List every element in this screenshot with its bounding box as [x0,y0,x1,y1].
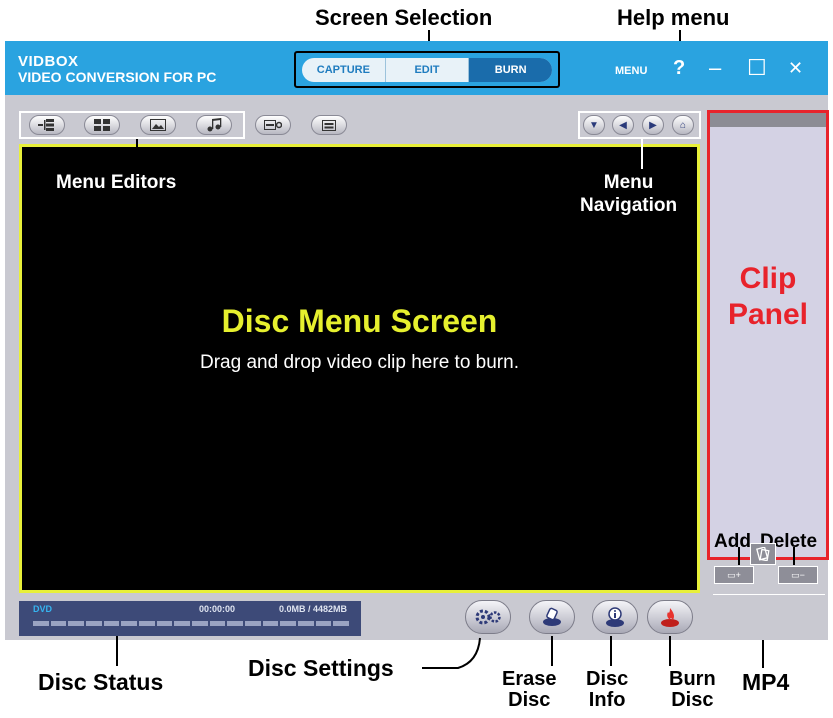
disc-time: 00:00:00 [199,604,236,614]
disc-usage: 0.0MB / 4482MB [279,604,348,614]
down-arrow-icon[interactable]: ▼ [583,115,605,135]
clip-panel-header [710,113,826,127]
add-clip-button[interactable]: ▭+ [714,566,754,584]
disc-type: DVD [33,604,53,614]
mp4-annotation: MP4 [742,669,790,695]
screen-selection: CAPTURE EDIT BURN [294,51,560,88]
chapter-settings-icon[interactable] [255,115,291,135]
tab-capture[interactable]: CAPTURE [302,58,386,82]
menu-editors-annotation: Menu Editors [56,172,177,193]
disc-info-leader [610,636,612,666]
help-button[interactable]: ? [673,55,685,81]
minimize-button[interactable]: – [709,55,721,81]
disc-menu-hint: Drag and drop video clip here to burn. [200,352,519,373]
music-icon[interactable] [196,115,232,135]
menu-navigation-annotation: Menu Navigation [580,172,678,216]
info-icon[interactable] [592,600,638,634]
left-arrow-icon[interactable]: ◀ [612,115,634,135]
tab-burn[interactable]: BURN [469,58,552,82]
add-leader [738,547,740,565]
close-button[interactable]: ✕ [788,55,803,81]
disc-capacity-bar [33,621,350,626]
layout-icon[interactable] [84,115,120,135]
disc-info-annotation: Disc Info [586,668,629,711]
tab-edit[interactable]: EDIT [386,58,470,82]
gears-icon[interactable] [465,600,511,634]
menu-button[interactable]: MENU [615,65,647,77]
erase-disc-leader [551,636,553,666]
picture-icon[interactable] [140,115,176,135]
brand-logo: VIDBOX [18,53,79,70]
erase-disc-annotation: Erase Disc [502,668,557,711]
clip-panel-divider [713,594,825,595]
screen-selection-annotation: Screen Selection [315,5,493,30]
help-menu-annotation: Help menu [617,5,730,30]
mp4-button[interactable] [750,543,776,565]
burn-disc-leader [669,636,671,666]
title-bar: VIDBOX VIDEO CONVERSION FOR PC CAPTURE E… [5,41,828,95]
disc-status-leader [116,636,118,666]
add-annotation: Add [714,531,751,552]
clip-panel-annotation: Clip Panel [727,262,809,331]
maximize-button[interactable]: ☐ [747,55,767,81]
erase-disc-icon[interactable] [529,600,575,634]
menu-editors-leader [136,139,138,160]
screen-tabs: CAPTURE EDIT BURN [302,58,552,82]
tree-icon[interactable] [29,115,65,135]
main-area: ▼ ◀ ▶ ⌂ Disc Menu Screen Drag and drop v… [5,95,829,640]
disc-status-bar: DVD 00:00:00 0.0MB / 4482MB [19,601,361,636]
burn-icon[interactable] [647,600,693,634]
disc-menu-title: Disc Menu Screen [221,303,498,339]
brand-subtitle: VIDEO CONVERSION FOR PC [18,69,217,85]
home-icon[interactable]: ⌂ [672,115,694,135]
disc-settings-leader [422,637,481,669]
burn-disc-annotation: Burn Disc [669,668,716,711]
clip-panel[interactable]: Clip Panel Add Delete [707,110,829,560]
menu-preview-icon[interactable] [311,115,347,135]
mp4-leader [762,640,764,668]
delete-leader [793,547,795,565]
delete-clip-button[interactable]: ▭− [778,566,818,584]
menu-navigation-leader [641,139,643,169]
right-arrow-icon[interactable]: ▶ [642,115,664,135]
disc-settings-annotation: Disc Settings [248,655,394,681]
disc-status-annotation: Disc Status [38,669,164,695]
